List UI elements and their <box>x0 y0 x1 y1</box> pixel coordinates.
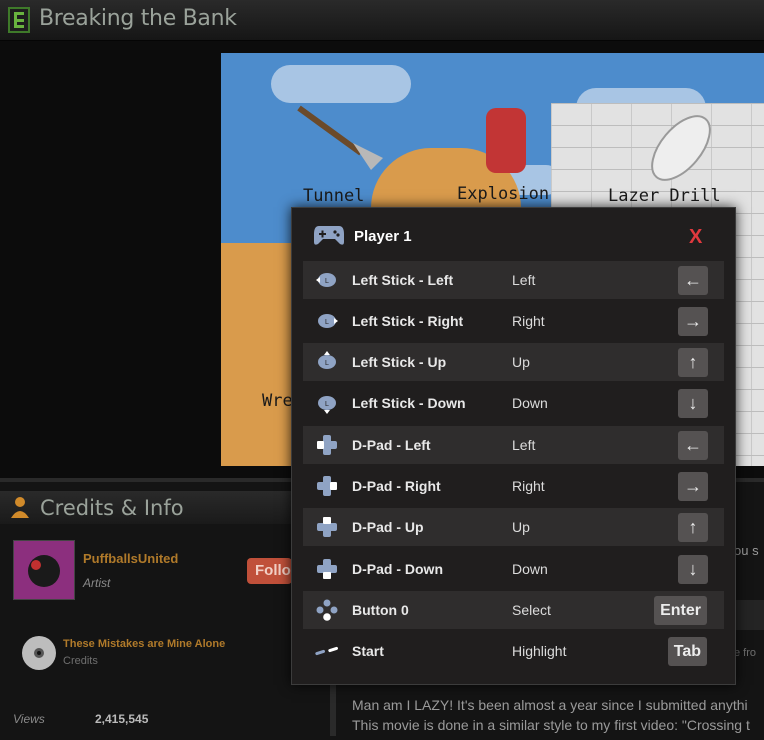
stage-label-lazer-drill: Lazer Drill <box>608 186 721 206</box>
credits-title: Credits & Info <box>40 496 184 520</box>
mapping-key-label: Up <box>512 519 530 535</box>
stage-label-partial: Wre <box>262 391 293 411</box>
artist-name-link[interactable]: PuffballsUnited <box>83 551 178 566</box>
stage-label-explosion: Explosion <box>457 184 550 204</box>
mapping-action-label: D-Pad - Down <box>352 561 443 577</box>
mapping-key-label: Left <box>512 272 536 288</box>
site-header: Breaking the Bank <box>0 0 764 41</box>
mapping-action-label: Left Stick - Up <box>352 354 447 370</box>
mapping-row[interactable]: Button 0 Select Enter <box>303 591 724 629</box>
drill-icon <box>651 115 711 181</box>
views-value: 2,415,545 <box>95 712 149 726</box>
key-binding-button[interactable]: Enter <box>654 596 707 625</box>
dpad-up-icon <box>315 516 339 538</box>
avatar[interactable] <box>13 540 75 600</box>
mapping-key-label: Left <box>512 437 536 453</box>
side-text-fragment: e fro <box>734 647 757 659</box>
person-icon <box>11 497 29 518</box>
dpad-left-icon <box>315 434 339 456</box>
key-binding-button[interactable]: → <box>678 307 708 336</box>
page-title: Breaking the Bank <box>39 6 237 31</box>
follow-button[interactable]: Follo <box>247 558 292 584</box>
mapping-action-label: Left Stick - Left <box>352 272 454 288</box>
mapping-key-label: Highlight <box>512 643 567 659</box>
mapping-action-label: D-Pad - Left <box>352 437 431 453</box>
mapping-key-label: Down <box>512 561 548 577</box>
description-line: Man am I LAZY! It's been almost a year s… <box>352 697 748 713</box>
svg-text:L: L <box>325 319 329 326</box>
key-binding-button[interactable]: ↑ <box>678 348 708 377</box>
key-binding-button[interactable]: ← <box>678 266 708 295</box>
mapping-action-label: D-Pad - Right <box>352 478 441 494</box>
column-divider <box>330 685 336 736</box>
site-logo-icon[interactable] <box>8 7 30 33</box>
svg-text:L: L <box>325 360 329 367</box>
stage-label-tunnel: Tunnel <box>303 186 365 206</box>
dynamite-icon <box>486 108 526 173</box>
left-stick-down-icon: L <box>315 392 339 414</box>
side-panel <box>734 600 764 630</box>
views-label: Views <box>13 712 45 726</box>
key-binding-button[interactable]: Tab <box>667 637 707 666</box>
mapping-key-label: Right <box>512 478 545 494</box>
key-binding-button[interactable]: ↓ <box>678 555 708 584</box>
cd-icon <box>22 636 56 670</box>
key-binding-button[interactable]: ↑ <box>678 513 708 542</box>
mapping-action-label: Left Stick - Down <box>352 395 466 411</box>
description-line: This movie is done in a similar style to… <box>352 717 750 733</box>
close-button[interactable]: X <box>689 226 702 249</box>
mapping-key-label: Down <box>512 395 548 411</box>
mapping-action-label: Start <box>352 643 384 659</box>
artist-role: Artist <box>83 576 111 590</box>
left-stick-up-icon: L <box>315 351 339 373</box>
svg-text:L: L <box>325 401 329 408</box>
svg-text:L: L <box>325 278 329 285</box>
dpad-right-icon <box>315 475 339 497</box>
side-text-fragment: ou s <box>734 543 759 558</box>
gamepad-icon <box>314 226 344 245</box>
song-role: Credits <box>63 655 98 667</box>
mapping-row[interactable]: D-Pad - Down Down ↓ <box>303 550 724 588</box>
mapping-action-label: D-Pad - Up <box>352 519 424 535</box>
mapping-row[interactable]: D-Pad - Right Right → <box>303 467 724 505</box>
mapping-key-label: Up <box>512 354 530 370</box>
key-binding-button[interactable]: → <box>678 472 708 501</box>
mapping-row[interactable]: D-Pad - Up Up ↑ <box>303 508 724 546</box>
dialog-title: Player 1 <box>354 228 412 245</box>
controller-mapping-dialog: Player 1 X L Left Stick - Left Left ← L Left … <box>291 207 736 685</box>
mapping-row[interactable]: L Left Stick - Left Left ← <box>303 261 724 299</box>
left-stick-left-icon: L <box>315 269 339 291</box>
mapping-action-label: Left Stick - Right <box>352 313 464 329</box>
mapping-row[interactable]: L Left Stick - Right Right → <box>303 302 724 340</box>
face-buttons-icon <box>315 599 339 621</box>
mapping-row[interactable]: L Left Stick - Up Up ↑ <box>303 343 724 381</box>
start-icon <box>315 640 339 662</box>
left-stick-right-icon: L <box>315 310 339 332</box>
mapping-row[interactable]: Start Highlight Tab <box>303 632 724 670</box>
mapping-action-label: Button 0 <box>352 602 409 618</box>
mapping-row[interactable]: D-Pad - Left Left ← <box>303 426 724 464</box>
mapping-key-label: Select <box>512 602 551 618</box>
key-binding-button[interactable]: ↓ <box>678 389 708 418</box>
shovel-icon <box>297 105 383 170</box>
mapping-key-label: Right <box>512 313 545 329</box>
song-title-link[interactable]: These Mistakes are Mine Alone <box>63 638 225 650</box>
key-binding-button[interactable]: ← <box>678 431 708 460</box>
mapping-row[interactable]: L Left Stick - Down Down ↓ <box>303 384 724 422</box>
dpad-down-icon <box>315 558 339 580</box>
